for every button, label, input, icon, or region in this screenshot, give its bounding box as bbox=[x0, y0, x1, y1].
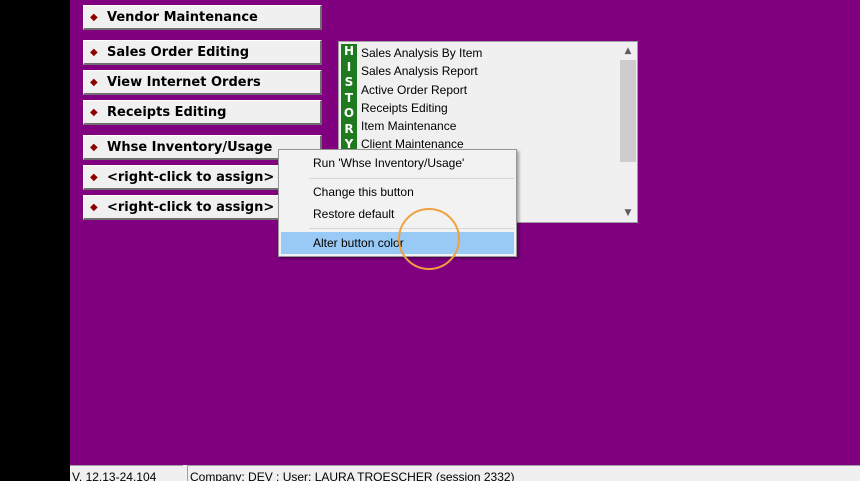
scrollbar-thumb[interactable] bbox=[620, 60, 636, 162]
button-label: <right-click to assign> bbox=[107, 199, 275, 215]
diamond-bullet-icon: ◆ bbox=[90, 106, 98, 118]
view-internet-orders-button[interactable]: ◆ View Internet Orders bbox=[83, 70, 322, 95]
menu-separator bbox=[309, 178, 514, 179]
company-user-label: Company: DEV : User: LAURA TROESCHER (se… bbox=[187, 465, 860, 481]
button-label: Receipts Editing bbox=[107, 104, 227, 120]
button-label: Sales Order Editing bbox=[107, 44, 250, 60]
diamond-bullet-icon: ◆ bbox=[90, 141, 98, 153]
button-label: Whse Inventory/Usage bbox=[107, 139, 273, 155]
menu-item-restore-default[interactable]: Restore default bbox=[281, 203, 514, 225]
diamond-bullet-icon: ◆ bbox=[90, 76, 98, 88]
history-tab-letter: I bbox=[346, 59, 352, 74]
diamond-bullet-icon: ◆ bbox=[90, 201, 98, 213]
button-label: Vendor Maintenance bbox=[107, 9, 258, 25]
history-tab-letter: H bbox=[343, 44, 355, 58]
vendor-maintenance-button[interactable]: ◆ Vendor Maintenance bbox=[83, 5, 322, 30]
version-label: V. 12.13-24.104 bbox=[70, 465, 183, 481]
history-list: Sales Analysis By Item Sales Analysis Re… bbox=[361, 44, 619, 154]
history-item[interactable]: Active Order Report bbox=[361, 81, 619, 99]
diamond-bullet-icon: ◆ bbox=[90, 11, 98, 23]
history-tab-letter: O bbox=[343, 106, 355, 120]
button-label: View Internet Orders bbox=[107, 74, 261, 90]
receipts-editing-button[interactable]: ◆ Receipts Editing bbox=[83, 100, 322, 125]
sales-order-editing-button[interactable]: ◆ Sales Order Editing bbox=[83, 40, 322, 65]
history-tab-letter: S bbox=[344, 75, 354, 89]
history-tab-letter: T bbox=[344, 90, 354, 105]
menu-item-run[interactable]: Run 'Whse Inventory/Usage' bbox=[281, 152, 514, 174]
click-indicator bbox=[398, 208, 460, 270]
diamond-bullet-icon: ◆ bbox=[90, 46, 98, 58]
scroll-up-arrow-icon[interactable]: ▲ bbox=[620, 43, 636, 59]
history-item[interactable]: Receipts Editing bbox=[361, 99, 619, 117]
history-item[interactable]: Sales Analysis By Item bbox=[361, 44, 619, 62]
scroll-down-arrow-icon[interactable]: ▼ bbox=[620, 205, 636, 221]
button-label: <right-click to assign> bbox=[107, 169, 275, 185]
status-bar: V. 12.13-24.104 Company: DEV : User: LAU… bbox=[70, 465, 860, 481]
history-item[interactable]: Sales Analysis Report bbox=[361, 62, 619, 80]
history-tab-letter: R bbox=[344, 121, 354, 136]
history-tab[interactable]: H I S T O R Y bbox=[341, 44, 357, 154]
diamond-bullet-icon: ◆ bbox=[90, 171, 98, 183]
history-item[interactable]: Item Maintenance bbox=[361, 117, 619, 135]
history-scrollbar[interactable]: ▲ ▼ bbox=[620, 43, 636, 221]
menu-item-change-button[interactable]: Change this button bbox=[281, 181, 514, 203]
